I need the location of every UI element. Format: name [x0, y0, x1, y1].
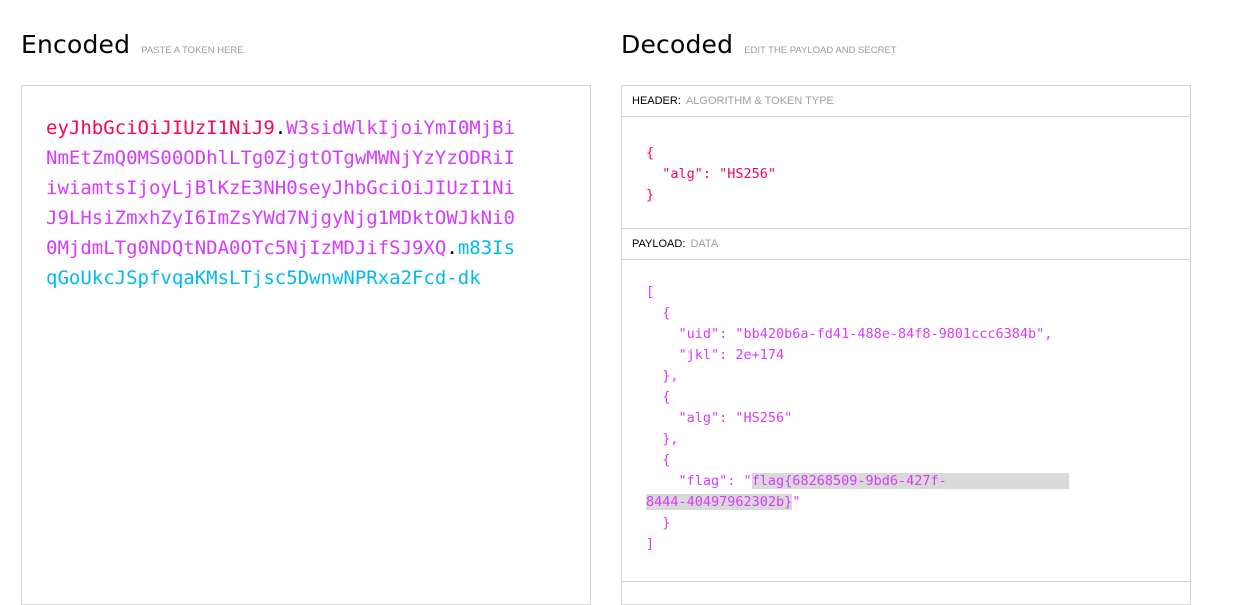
payload-code-line: { [646, 305, 671, 321]
payload-json-editor[interactable]: [ { "uid": "bb420b6a-fd41-488e-84f8-9801… [622, 260, 1190, 582]
header-code-line: "alg": "HS256" [646, 166, 777, 182]
token-dot: . [274, 117, 287, 139]
encoded-title: Encoded [21, 30, 131, 59]
payload-code-line: "jkl": 2e+174 [646, 347, 785, 363]
payload-code-line: "alg": "HS256" [646, 410, 793, 426]
decoded-panel: HEADER: ALGORITHM & TOKEN TYPE { "alg": … [621, 85, 1191, 605]
payload-flag-line: "flag": "flag{68268509-9bd6-427f- [646, 471, 1190, 492]
token-text[interactable]: eyJhbGciOiJIUzI1NiJ9.W3sidWlkIjoiYmI0MjB… [46, 113, 526, 293]
payload-code-line: }, [646, 431, 679, 447]
encoded-heading: Encoded PASTE A TOKEN HERE [21, 30, 244, 59]
header-code-line: } [646, 187, 655, 203]
flag-key: "flag": " [646, 473, 752, 489]
payload-code-line: } [646, 515, 671, 531]
header-section-label: HEADER: ALGORITHM & TOKEN TYPE [622, 86, 1190, 117]
header-json-editor[interactable]: { "alg": "HS256"} [622, 117, 1190, 229]
flag-closing-quote: " [792, 494, 801, 510]
token-header-part: eyJhbGciOiJIUzI1NiJ9 [46, 117, 275, 139]
token-dot: . [446, 237, 458, 259]
decoded-heading: Decoded EDIT THE PAYLOAD AND SECRET [621, 30, 897, 59]
payload-sublabel: DATA [690, 238, 719, 250]
payload-section-label: PAYLOAD: DATA [622, 229, 1190, 260]
payload-label: PAYLOAD: [632, 238, 686, 250]
header-code-line: { [646, 145, 655, 161]
payload-code-line: "uid": "bb420b6a-fd41-488e-84f8-9801ccc6… [646, 326, 1053, 342]
decoded-title: Decoded [621, 30, 734, 59]
payload-code-line: { [646, 389, 671, 405]
payload-code-line: [ [646, 284, 655, 300]
flag-value-selection[interactable]: flag{68268509-9bd6-427f- [751, 473, 1069, 489]
payload-code-line: }, [646, 368, 679, 384]
header-label: HEADER: [632, 95, 681, 107]
payload-code-line: { [646, 452, 671, 468]
flag-value-part: flag{68268509-9bd6-427f- [751, 473, 1069, 489]
header-sublabel: ALGORITHM & TOKEN TYPE [685, 95, 834, 107]
encoded-subtitle: PASTE A TOKEN HERE [141, 45, 244, 56]
payload-code-line: ] [646, 536, 655, 552]
payload-flag-line-wrap: 8444-40497962302b}" [646, 492, 1190, 513]
encoded-token-editor[interactable]: eyJhbGciOiJIUzI1NiJ9.W3sidWlkIjoiYmI0MjB… [21, 85, 591, 605]
flag-value-part: 8444-40497962302b} [646, 494, 793, 510]
decoded-subtitle: EDIT THE PAYLOAD AND SECRET [744, 45, 897, 56]
